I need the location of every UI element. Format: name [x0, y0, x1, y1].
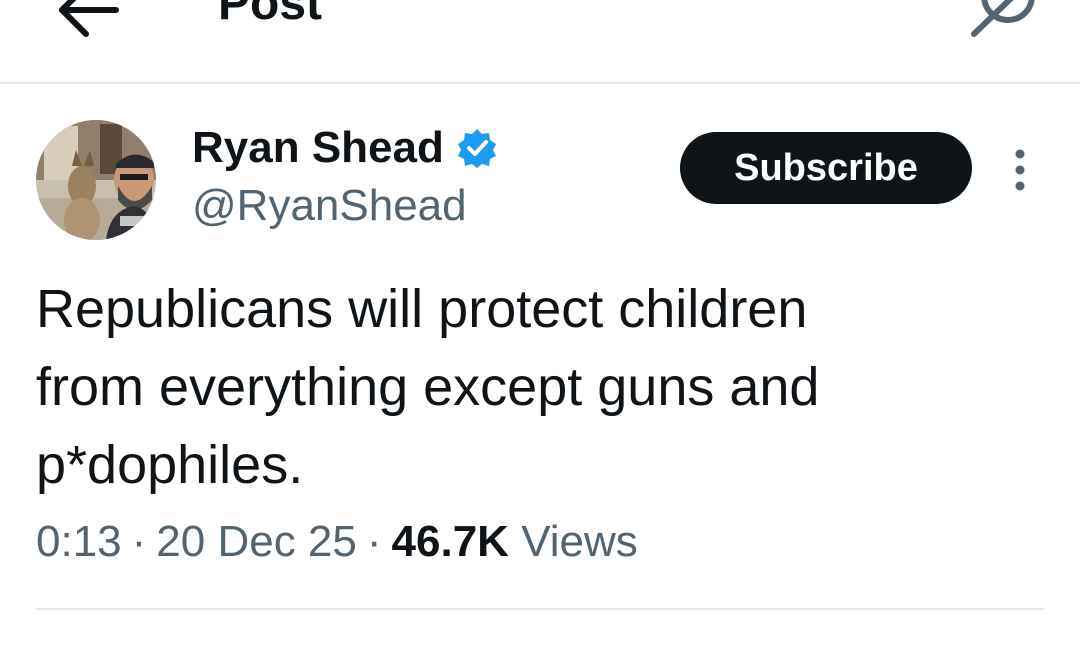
grok-button[interactable] — [966, 0, 1042, 40]
views-label[interactable]: Views — [521, 517, 638, 566]
author-handle[interactable]: @RyanShead — [192, 181, 467, 230]
separator-dot: · — [366, 517, 382, 566]
back-button[interactable] — [52, 0, 124, 40]
tweet-time[interactable]: 0:13 — [36, 517, 122, 566]
tweet-text: Republicans will protect children from e… — [36, 270, 1026, 504]
author-name-text: Ryan Shead — [192, 123, 444, 172]
tweet-text-line: from everything except guns and — [36, 357, 820, 417]
tweet-date[interactable]: 20 Dec 25 — [156, 517, 357, 566]
tweet-meta: 0:13 · 20 Dec 25 · 46.7K Views — [36, 516, 638, 569]
arrow-left-icon — [59, 0, 119, 37]
divider — [36, 608, 1044, 610]
page-title: Post — [218, 0, 323, 30]
views-count[interactable]: 46.7K — [392, 517, 509, 566]
avatar[interactable] — [36, 120, 156, 240]
tweet-text-line: p*dophiles. — [36, 435, 304, 495]
separator-dot: · — [131, 517, 147, 566]
avatar-photo — [36, 120, 156, 240]
more-vertical-icon — [1015, 149, 1025, 191]
subscribe-button[interactable]: Subscribe — [680, 132, 972, 204]
post-screen: Post Ryan Shead @RyanShead Subscribe Rep… — [0, 0, 1080, 646]
verified-badge-icon — [457, 129, 496, 169]
top-bar: Post — [0, 0, 1080, 84]
tweet-text-line: Republicans will protect children — [36, 279, 808, 339]
grok-icon — [971, 0, 1035, 37]
author-name[interactable]: Ryan Shead — [192, 123, 498, 172]
more-options-button[interactable] — [1000, 148, 1040, 192]
